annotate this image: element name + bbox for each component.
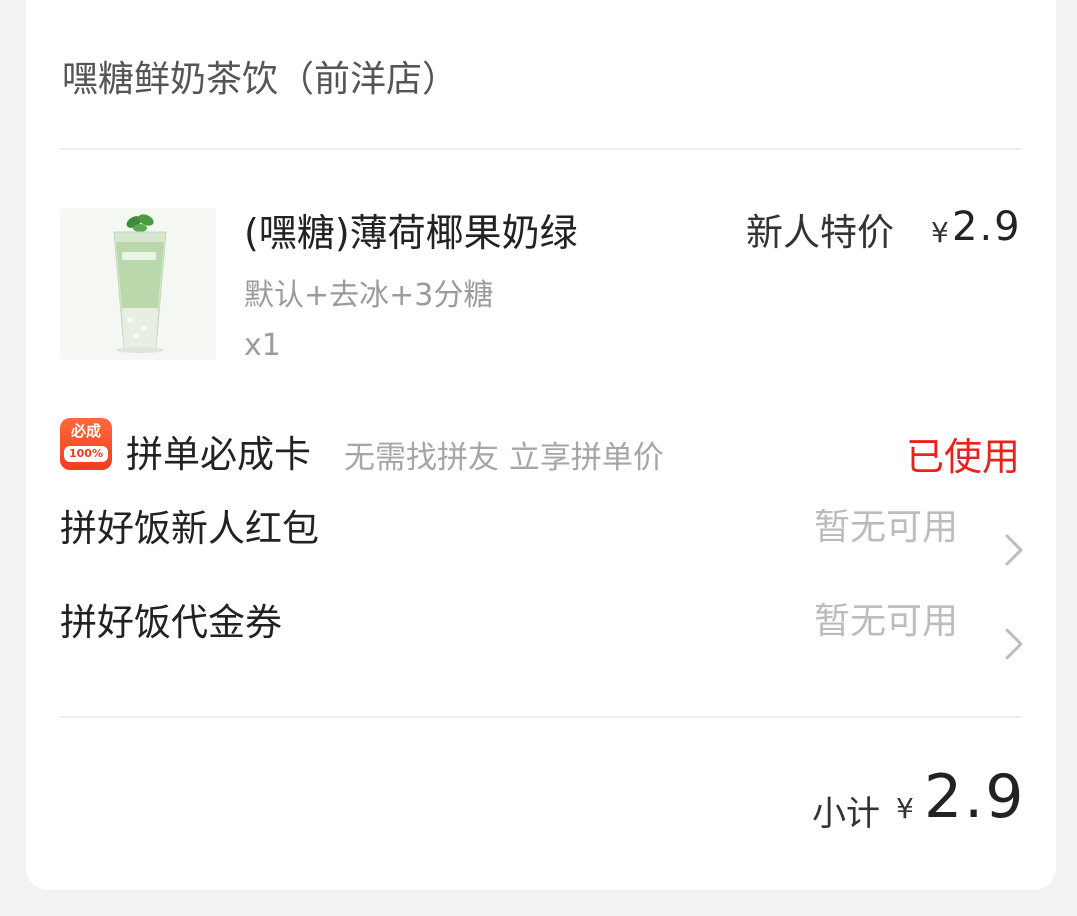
- promo-label: 新人特价: [746, 211, 894, 254]
- newcomer-red-packet-value[interactable]: 暂无可用: [814, 498, 958, 550]
- shop-name[interactable]: 嘿糖鲜奶茶饮（前洋店）: [62, 50, 458, 102]
- chevron-right-icon[interactable]: [1002, 626, 1026, 662]
- price-currency-symbol: ¥: [931, 216, 949, 249]
- badge-bottom-text: 100%: [64, 446, 108, 462]
- product-quantity: x1: [244, 328, 281, 363]
- group-card-status[interactable]: 已使用: [906, 426, 1020, 481]
- product-price: 2.9: [952, 204, 1022, 250]
- voucher-value[interactable]: 暂无可用: [814, 592, 958, 644]
- group-card-description: 无需找拼友 立享拼单价: [344, 440, 664, 476]
- voucher-label[interactable]: 拼好饭代金券: [60, 592, 282, 646]
- product-name[interactable]: (嘿糖)薄荷椰果奶绿: [244, 202, 578, 257]
- divider: [60, 716, 1022, 718]
- subtotal-label: 小计: [812, 794, 880, 834]
- product-image: [60, 208, 216, 360]
- product-spec: 默认+去冰+3分糖: [244, 278, 494, 313]
- badge-top-text: 必成: [70, 422, 101, 440]
- subtotal-currency-symbol: ¥: [896, 792, 914, 825]
- newcomer-red-packet-label[interactable]: 拼好饭新人红包: [60, 498, 319, 552]
- group-success-badge-icon: 必成 100%: [60, 418, 112, 470]
- group-card-title[interactable]: 拼单必成卡: [126, 424, 311, 478]
- order-card: 嘿糖鲜奶茶饮（前洋店） (嘿糖)薄荷椰果奶绿 默认+去冰+3分糖 x1 新人特价…: [26, 0, 1056, 890]
- subtotal-value: 2.9: [924, 762, 1026, 832]
- chevron-right-icon[interactable]: [1002, 532, 1026, 568]
- divider: [60, 148, 1022, 150]
- mint-milk-tea-cup-image: [60, 208, 216, 360]
